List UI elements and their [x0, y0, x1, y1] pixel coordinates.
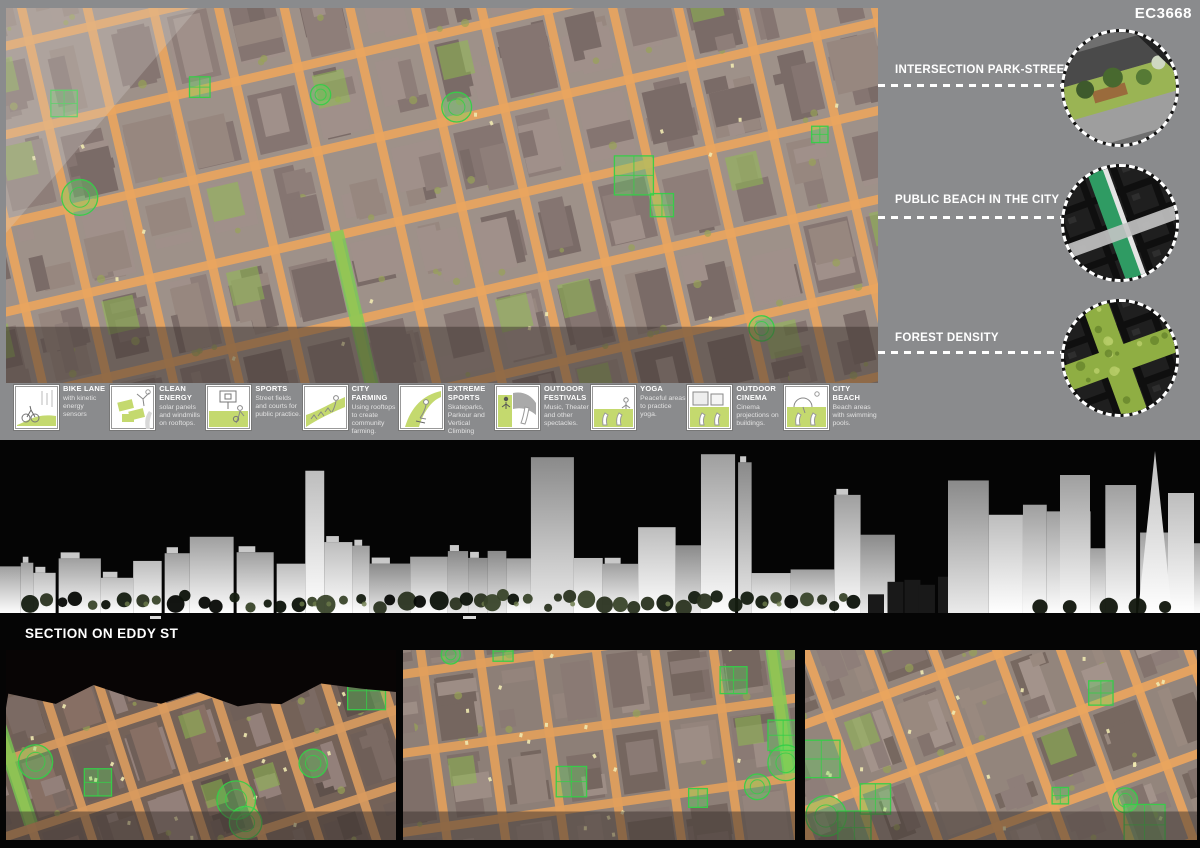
callout-label-forest: FOREST DENSITY — [895, 332, 999, 344]
legend-item: EXTREME SPORTSSkateparks, Parkour and Ve… — [399, 385, 495, 437]
extreme-sports-icon — [399, 385, 444, 430]
public-beach-photo — [1061, 164, 1179, 282]
legend-item: OUTDOOR FESTIVALSMusic, Theater and othe… — [495, 385, 591, 437]
legend-item: CITY FARMINGUsing rooftops to create com… — [303, 385, 399, 437]
city-farming-icon — [303, 385, 348, 430]
section-label: SECTION ON EDDY ST — [25, 626, 178, 641]
callout-label-beach: PUBLIC BEACH IN THE CITY — [895, 194, 1059, 206]
intersection-park-street-photo — [1061, 29, 1179, 147]
legend-title: OUTDOOR CINEMA — [736, 385, 782, 403]
legend-item: SPORTSStreet fields and courts for publi… — [206, 385, 302, 437]
city-beach-icon — [784, 385, 829, 430]
legend-row: BIKE LANEwith kinetic energy sensorsCLEA… — [14, 385, 880, 437]
bike-lane-icon — [14, 385, 59, 430]
callout-line — [878, 351, 1064, 354]
legend-desc: solar panels and windmills on rooftops. — [159, 404, 205, 428]
legend-item: CLEAN ENERGYsolar panels and windmills o… — [110, 385, 206, 437]
legend-title: YOGA — [640, 385, 686, 394]
model-detail-photo-1 — [6, 650, 396, 840]
city-model-aerial-photo — [6, 8, 878, 383]
outdoor-festivals-icon — [495, 385, 540, 430]
legend-title: CLEAN ENERGY — [159, 385, 205, 403]
eddy-street-section-drawing — [0, 445, 1200, 630]
model-detail-photo-3 — [805, 650, 1197, 840]
legend-title: CITY BEACH — [833, 385, 879, 403]
legend-desc: with kinetic energy sensors — [63, 395, 109, 419]
callout-line — [878, 84, 1066, 87]
legend-desc: Street fields and courts for public prac… — [255, 395, 301, 419]
legend-desc: Skateparks, Parkour and Vertical Climbin… — [448, 404, 494, 436]
clean-energy-icon — [110, 385, 155, 430]
city-model-aerial-art — [6, 8, 878, 383]
legend-desc: Cinema projections on buildings. — [736, 404, 782, 428]
legend-title: CITY FARMING — [352, 385, 398, 403]
legend-title: OUTDOOR FESTIVALS — [544, 385, 590, 403]
legend-title: EXTREME SPORTS — [448, 385, 494, 403]
callout-label-intersection: INTERSECTION PARK-STREET — [895, 64, 1072, 76]
legend-desc: Peaceful areas to practice yoga. — [640, 395, 686, 419]
legend-desc: Beach areas with swimming pools. — [833, 404, 879, 428]
legend-item: OUTDOOR CINEMACinema projections on buil… — [687, 385, 783, 437]
legend-title: SPORTS — [255, 385, 301, 394]
outdoor-cinema-icon — [687, 385, 732, 430]
callout-line — [878, 216, 1064, 219]
legend-title: BIKE LANE — [63, 385, 109, 394]
yoga-icon — [591, 385, 636, 430]
legend-item: CITY BEACHBeach areas with swimming pool… — [784, 385, 880, 437]
legend-desc: Using rooftops to create community farmi… — [352, 404, 398, 436]
sports-icon — [206, 385, 251, 430]
legend-item: YOGAPeaceful areas to practice yoga. — [591, 385, 687, 437]
board-code: EC3668 — [1135, 5, 1192, 22]
top-section: EC3668 INTERSECTION PARK-STREET PUBLIC B… — [0, 0, 1200, 440]
legend-desc: Music, Theater and other spectacles. — [544, 404, 590, 428]
legend-item: BIKE LANEwith kinetic energy sensors — [14, 385, 110, 437]
presentation-board: EC3668 INTERSECTION PARK-STREET PUBLIC B… — [0, 0, 1200, 848]
forest-density-photo — [1061, 299, 1179, 417]
lower-section: SECTION ON EDDY ST — [0, 440, 1200, 848]
model-detail-photo-2 — [403, 650, 795, 840]
